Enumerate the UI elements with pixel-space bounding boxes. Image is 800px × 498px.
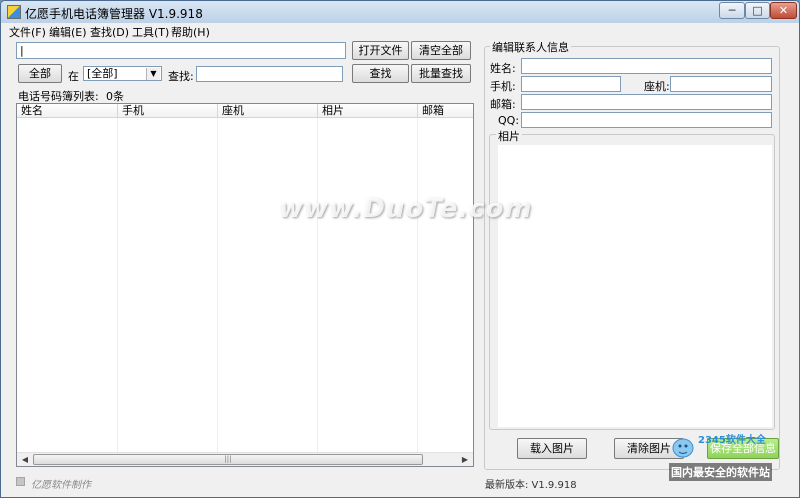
scope-select-value: [全部]	[87, 67, 118, 80]
phonebook-count: 0条	[106, 90, 124, 103]
column-divider	[417, 118, 418, 452]
mobile-field[interactable]	[521, 76, 621, 92]
menu-bar: 文件(F) 编辑(E) 查找(D) 工具(T) 帮助(H)	[1, 23, 799, 39]
horizontal-scrollbar[interactable]: ◀ ||| ▶	[17, 452, 473, 466]
photo-title: 相片	[496, 128, 522, 144]
mobile-label: 手机:	[490, 80, 516, 93]
show-all-button[interactable]: 全部	[18, 64, 62, 83]
name-field[interactable]	[521, 58, 772, 74]
clear-all-button[interactable]: 清空全部	[411, 41, 471, 60]
scroll-left-icon[interactable]: ◀	[18, 454, 32, 466]
load-photo-button[interactable]: 载入图片	[517, 438, 587, 459]
column-header-landline[interactable]: 座机	[218, 104, 318, 118]
qq-label: QQ:	[498, 114, 520, 127]
find-label: 查找:	[168, 70, 194, 83]
title-bar[interactable]: 亿愿手机电话簿管理器 V1.9.918 ─ □ ✕	[1, 1, 799, 23]
column-header-photo[interactable]: 相片	[318, 104, 418, 118]
landline-field[interactable]	[670, 76, 772, 92]
scroll-right-icon[interactable]: ▶	[458, 454, 472, 466]
column-header-name[interactable]: 姓名	[17, 104, 118, 118]
search-button[interactable]: 查找	[352, 64, 409, 83]
photo-area[interactable]	[498, 145, 772, 427]
corner-logo-text: 2345软件大全	[698, 435, 766, 446]
latest-version-text: 最新版本: V1.9.918	[485, 480, 577, 491]
scrollbar-thumb[interactable]: |||	[33, 454, 423, 465]
window-title: 亿愿手机电话簿管理器 V1.9.918	[25, 7, 203, 21]
column-header-email[interactable]: 邮箱	[418, 104, 473, 118]
maximize-button[interactable]: □	[745, 2, 770, 19]
column-header-mobile[interactable]: 手机	[118, 104, 218, 118]
top-input[interactable]: |	[16, 42, 346, 59]
status-indicator-icon	[16, 477, 25, 486]
column-divider	[317, 118, 318, 452]
chevron-down-icon[interactable]: ▼	[146, 68, 160, 80]
app-window: 亿愿手机电话簿管理器 V1.9.918 ─ □ ✕ 文件(F) 编辑(E) 查找…	[0, 0, 800, 498]
in-label: 在	[68, 70, 79, 83]
phonebook-table[interactable]: 姓名 手机 座机 相片 邮箱 ◀ ||| ▶	[16, 103, 474, 467]
watermark-text: www.DuoTe.com	[279, 194, 533, 224]
close-button[interactable]: ✕	[770, 2, 797, 19]
qq-field[interactable]	[521, 112, 772, 128]
email-field[interactable]	[521, 94, 772, 110]
phonebook-list-title: 电话号码簿列表:	[18, 90, 99, 103]
name-label: 姓名:	[490, 62, 516, 75]
batch-search-button[interactable]: 批量查找	[411, 64, 471, 83]
author-text: 亿愿软件制作	[31, 480, 91, 491]
contact-info-title: 编辑联系人信息	[490, 39, 571, 55]
email-label: 邮箱:	[490, 98, 516, 111]
find-input[interactable]	[196, 66, 343, 82]
scope-select[interactable]: [全部] ▼	[83, 66, 162, 81]
open-file-button[interactable]: 打开文件	[352, 41, 409, 60]
app-icon	[7, 5, 21, 19]
landline-label: 座机:	[644, 80, 670, 93]
column-divider	[217, 118, 218, 452]
minimize-button[interactable]: ─	[719, 2, 745, 19]
column-divider	[117, 118, 118, 452]
corner-slogan: 国内最安全的软件站	[669, 463, 772, 481]
